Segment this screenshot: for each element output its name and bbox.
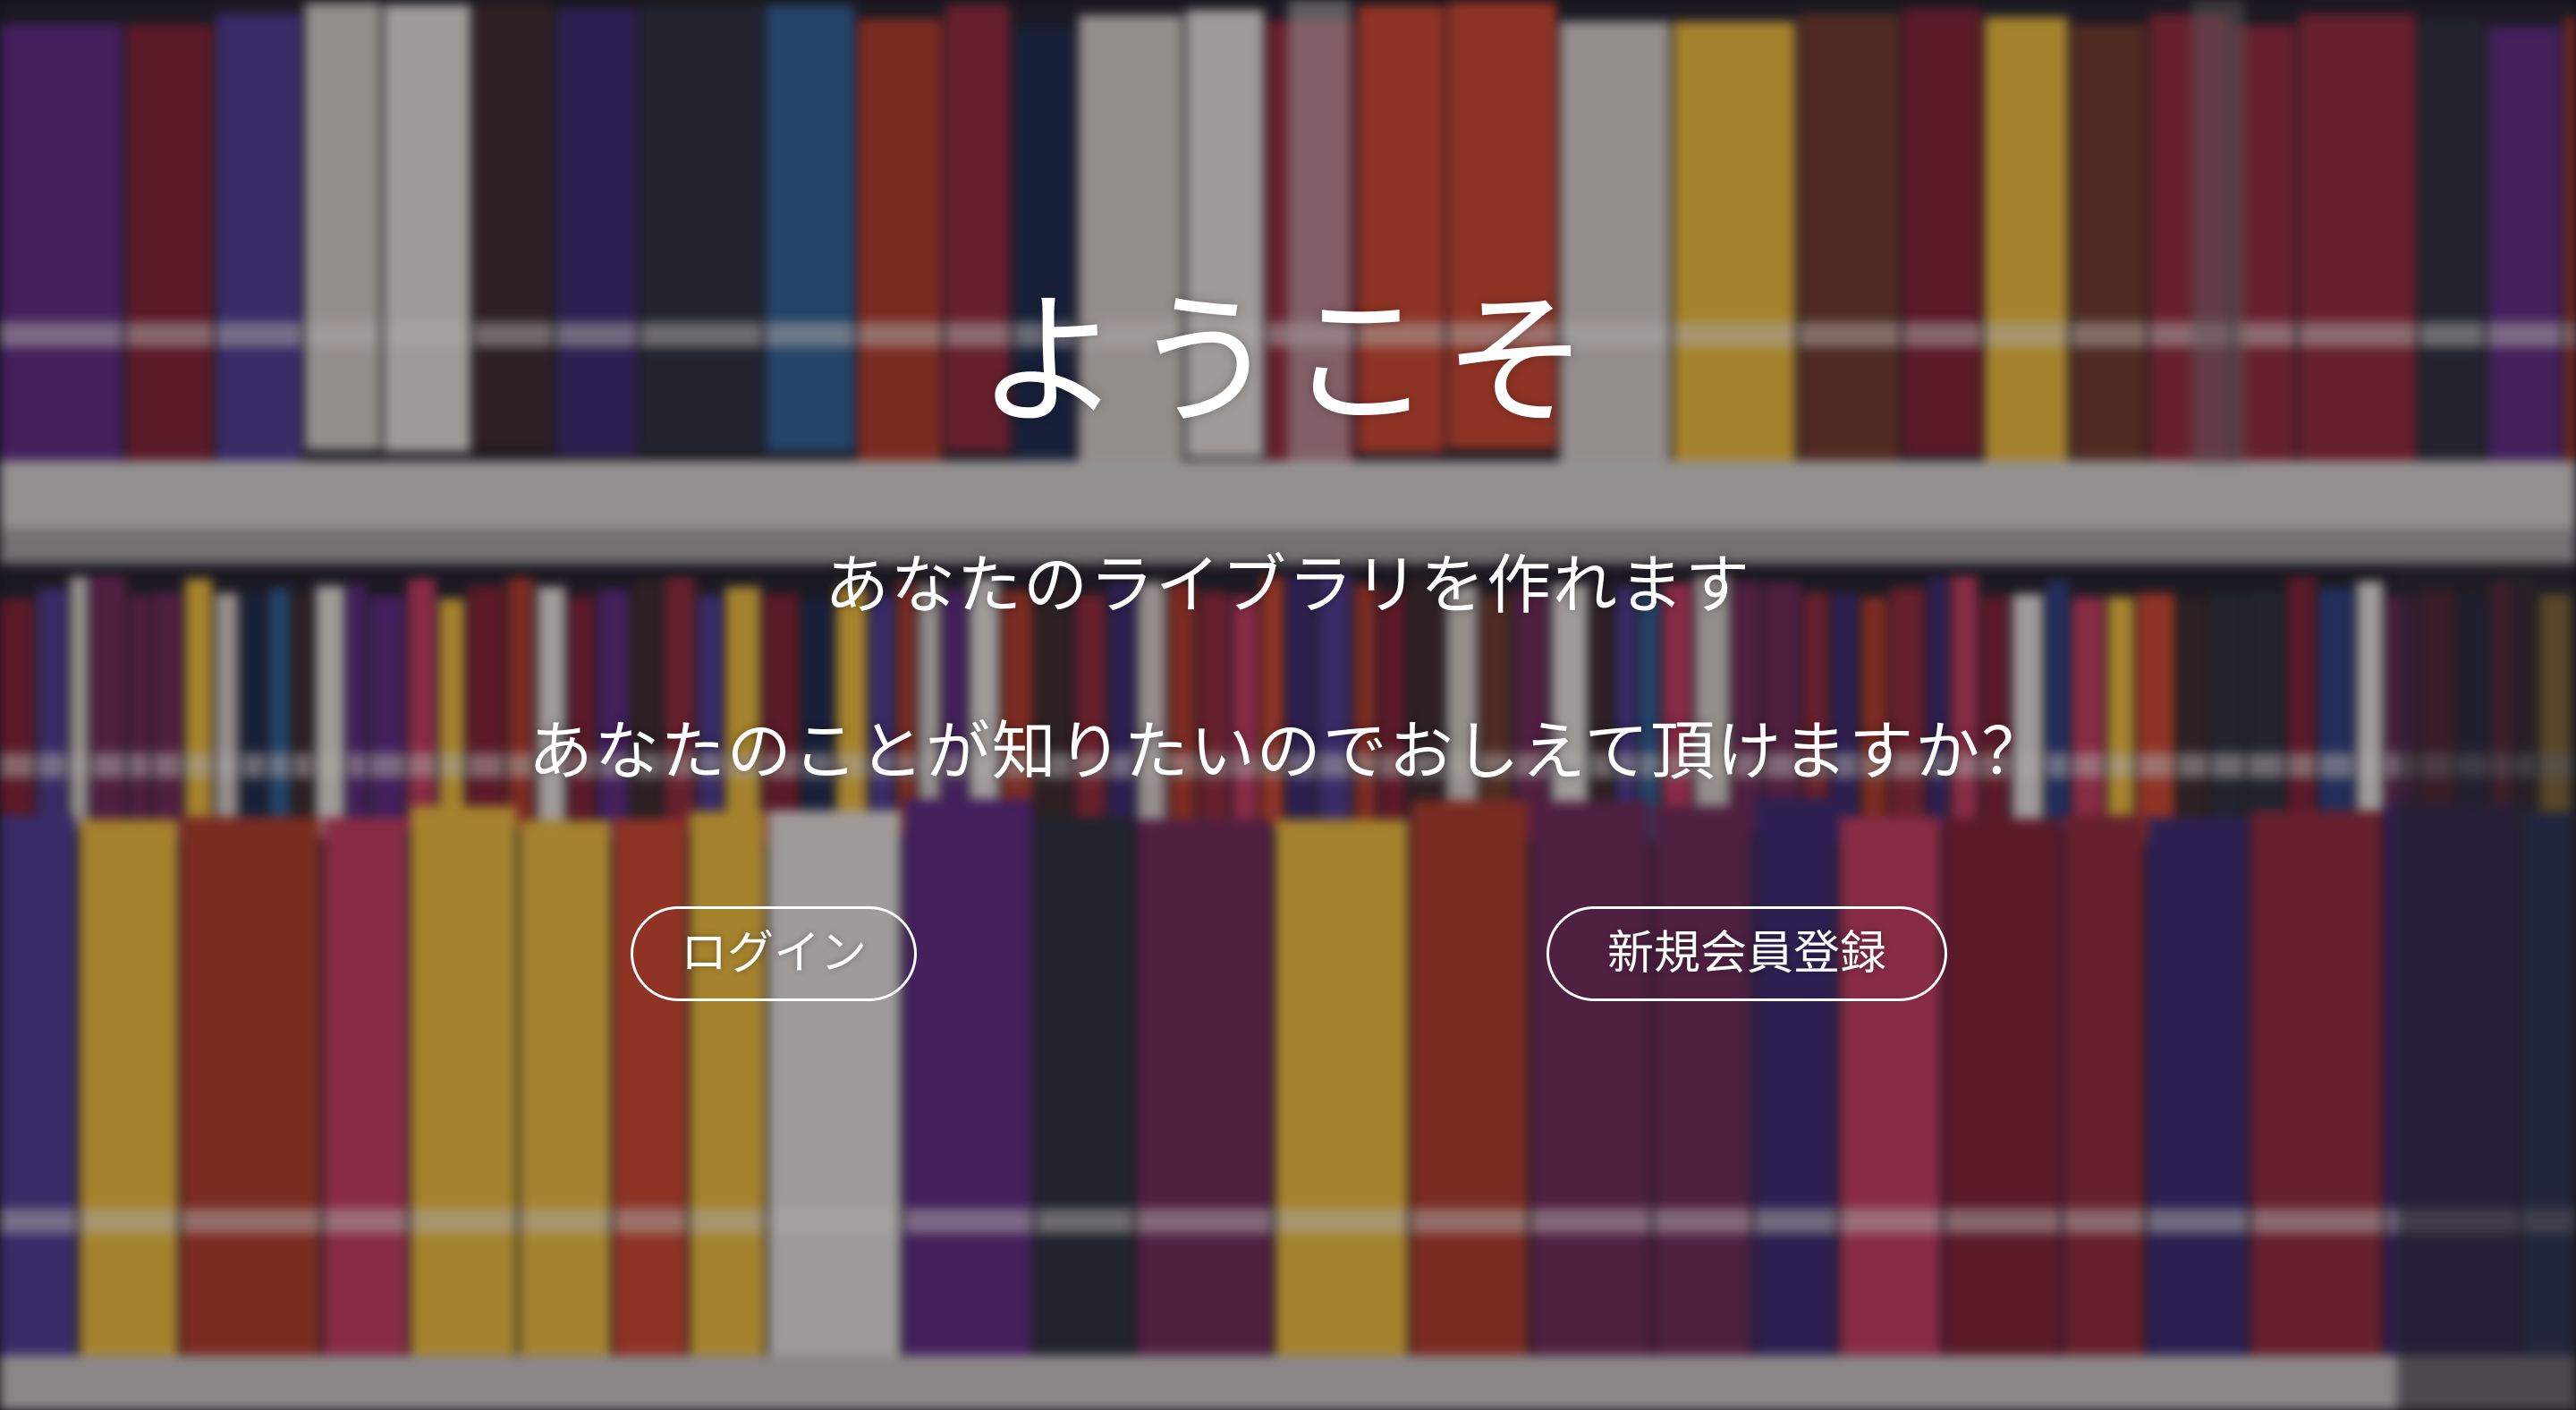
subtitle-question: あなたのことが知りたいのでおしえて頂けますか？ — [528, 714, 2048, 789]
subtitle-library: あなたのライブラリを作れます — [824, 548, 1751, 623]
welcome-hero: ようこそ あなたのライブラリを作れます あなたのことが知りたいのでおしえて頂けま… — [0, 0, 2576, 1410]
signup-button[interactable]: 新規会員登録 — [1546, 906, 1947, 1001]
login-button[interactable]: ログイン — [631, 906, 917, 1001]
hero-content: ようこそ あなたのライブラリを作れます あなたのことが知りたいのでおしえて頂けま… — [0, 0, 2576, 1410]
welcome-title: ようこそ — [977, 278, 1599, 446]
